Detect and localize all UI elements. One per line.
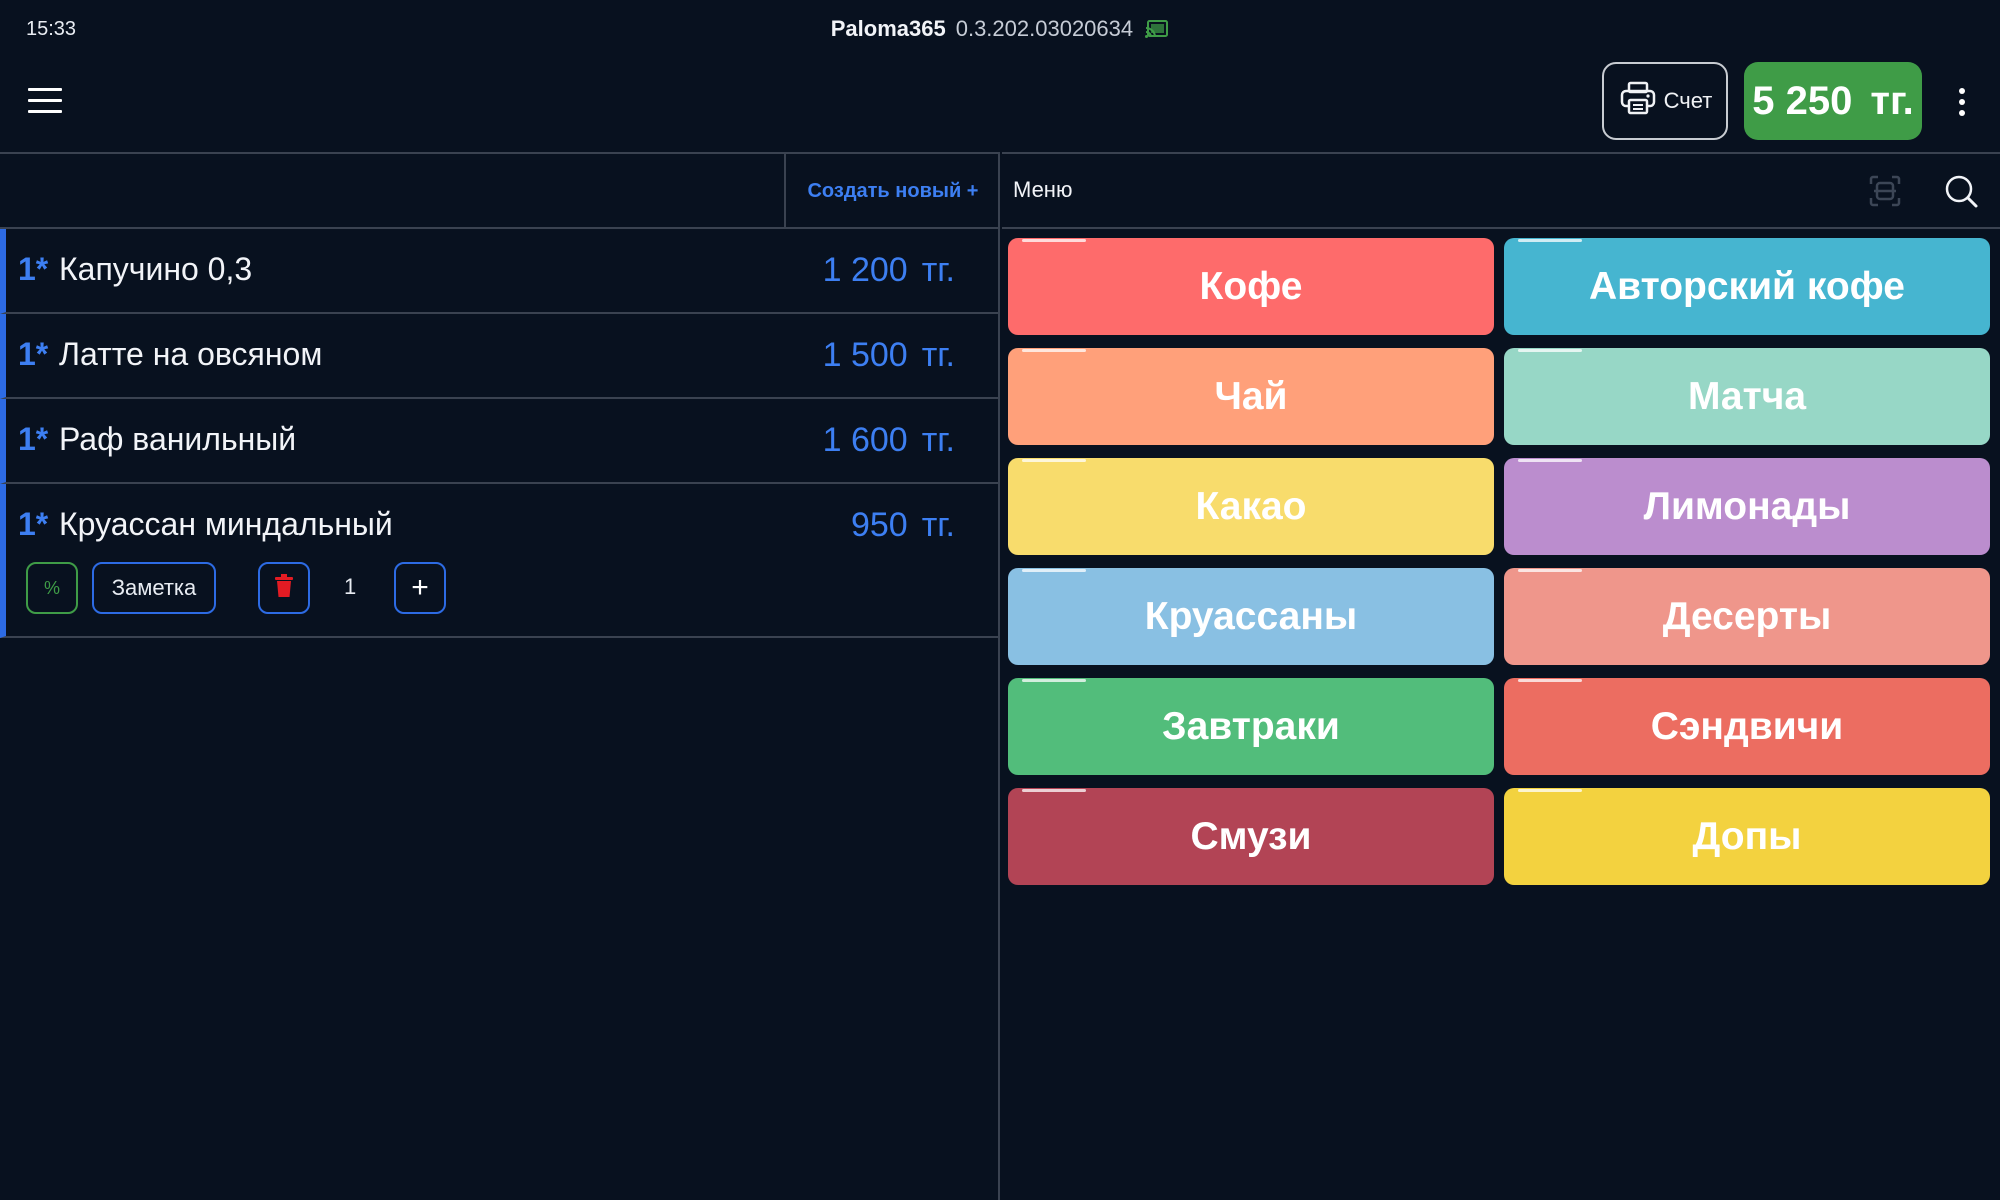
- item-name: Круассан миндальный: [59, 506, 393, 542]
- printer-icon: [1618, 78, 1658, 124]
- total-amount: 5 250: [1752, 78, 1853, 123]
- app-title: Paloma365 0.3.202.03020634: [0, 16, 2000, 45]
- app-version: 0.3.202.03020634: [955, 16, 1134, 41]
- total-currency: тг.: [1870, 78, 1914, 123]
- category-tile[interactable]: Авторский кофе: [1504, 238, 1990, 335]
- menu-header: Меню: [1002, 152, 2000, 229]
- order-header: Создать новый +: [0, 152, 1000, 229]
- quantity-value: 1: [344, 574, 357, 599]
- item-name: Раф ванильный: [59, 421, 297, 457]
- order-list: 1* Капучино 0,3 1 200 тг. 1* Латте на овс…: [0, 229, 1000, 638]
- item-price: 1 200 тг.: [822, 251, 955, 289]
- category-tile[interactable]: Допы: [1504, 788, 1990, 885]
- item-quantity: 1*: [18, 336, 49, 372]
- item-name: Капучино 0,3: [59, 251, 253, 287]
- item-controls: % Заметка 1 +: [26, 562, 446, 614]
- category-tile[interactable]: Смузи: [1008, 788, 1494, 885]
- trash-icon: [274, 573, 294, 603]
- menu-title: Меню: [1013, 177, 1073, 202]
- category-tile[interactable]: Завтраки: [1008, 678, 1494, 775]
- delete-item-button[interactable]: [258, 562, 310, 614]
- bill-button[interactable]: Счет: [1602, 62, 1728, 140]
- search-icon[interactable]: [1944, 174, 1980, 215]
- cast-connected-icon: [1145, 19, 1169, 45]
- item-price: 950 тг.: [850, 506, 955, 544]
- item-price: 1 500 тг.: [822, 336, 955, 374]
- status-bar: 15:33 Paloma365 0.3.202.03020634: [0, 0, 2000, 60]
- create-new-button[interactable]: Создать новый +: [784, 154, 1000, 229]
- top-toolbar: Счет 5 250 тг.: [0, 60, 2000, 152]
- total-amount-button[interactable]: 5 250 тг.: [1744, 62, 1922, 140]
- order-item[interactable]: 1* Раф ванильный 1 600 тг.: [0, 399, 1000, 484]
- item-quantity: 1*: [18, 506, 49, 542]
- order-item-selected[interactable]: 1* Круассан миндальный 950 тг. % Заметка …: [0, 484, 1000, 638]
- category-tile[interactable]: Кофе: [1008, 238, 1494, 335]
- hamburger-menu-icon[interactable]: [28, 88, 62, 114]
- item-price: 1 600 тг.: [822, 421, 955, 459]
- order-item[interactable]: 1* Капучино 0,3 1 200 тг.: [0, 229, 1000, 314]
- category-tile[interactable]: Какао: [1008, 458, 1494, 555]
- note-button[interactable]: Заметка: [92, 562, 216, 614]
- category-tile[interactable]: Десерты: [1504, 568, 1990, 665]
- item-quantity: 1*: [18, 421, 49, 457]
- order-item[interactable]: 1* Латте на овсяном 1 500 тг.: [0, 314, 1000, 399]
- barcode-scan-icon[interactable]: [1868, 174, 1902, 213]
- order-panel: Создать новый + 1* Капучино 0,3 1 200 тг.…: [0, 152, 1000, 1200]
- category-tile[interactable]: Лимонады: [1504, 458, 1990, 555]
- item-quantity: 1*: [18, 251, 49, 287]
- increase-quantity-button[interactable]: +: [394, 562, 446, 614]
- menu-panel: Меню Кофе Авторский кофе Чай Матча Какао…: [1002, 152, 2000, 1200]
- bill-label: Счет: [1663, 88, 1713, 113]
- category-tile[interactable]: Круассаны: [1008, 568, 1494, 665]
- category-tile[interactable]: Матча: [1504, 348, 1990, 445]
- item-name: Латте на овсяном: [59, 336, 323, 372]
- more-vertical-icon[interactable]: [1954, 88, 1970, 120]
- app-name: Paloma365: [830, 16, 946, 41]
- discount-button[interactable]: %: [26, 562, 78, 614]
- category-tile[interactable]: Сэндвичи: [1504, 678, 1990, 775]
- category-tile[interactable]: Чай: [1008, 348, 1494, 445]
